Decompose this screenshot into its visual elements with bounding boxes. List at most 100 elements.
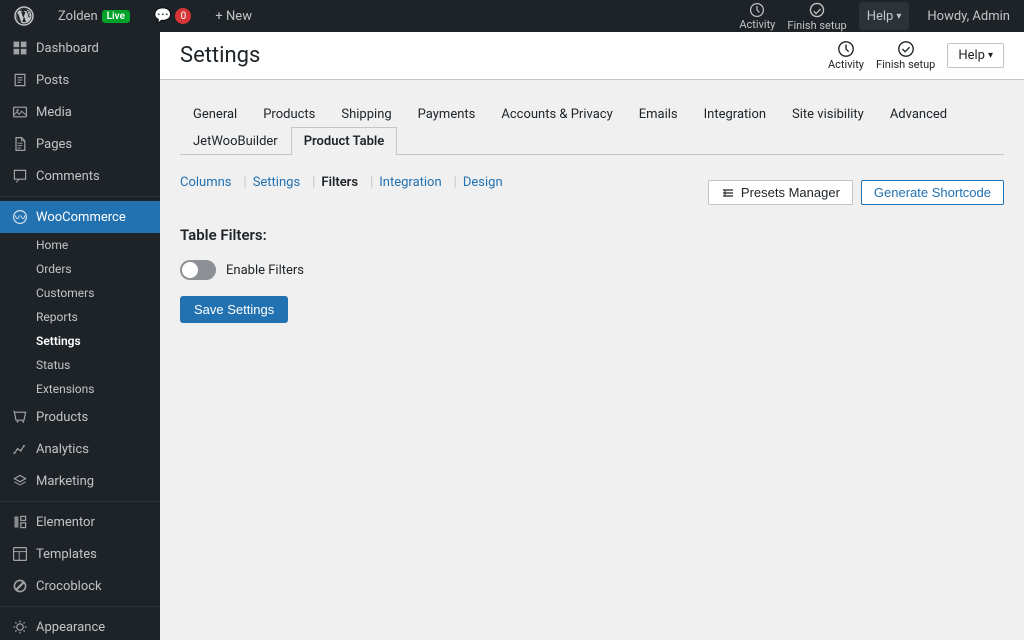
table-filters-title: Table Filters: <box>180 226 1004 244</box>
finish-setup-header-button[interactable]: Finish setup <box>876 40 935 71</box>
page-title: Settings <box>180 43 260 68</box>
submenu-label-extensions: Extensions <box>36 382 94 396</box>
submenu-item-extensions[interactable]: Extensions <box>0 377 160 401</box>
sidebar-label-marketing: Marketing <box>36 474 94 489</box>
wp-logo-button[interactable] <box>8 0 40 32</box>
sidebar-item-elementor[interactable]: Elementor <box>0 506 160 538</box>
tab-site-visibility[interactable]: Site visibility <box>779 100 877 128</box>
woocommerce-icon <box>12 209 28 225</box>
sidebar-item-posts[interactable]: Posts <box>0 64 160 96</box>
products-icon <box>12 409 28 425</box>
live-badge: Live <box>102 10 130 23</box>
enable-filters-label: Enable Filters <box>226 263 304 278</box>
howdy-label: Howdy, Admin <box>921 0 1016 32</box>
submenu-item-reports[interactable]: Reports <box>0 305 160 329</box>
admin-bar: Zolden Live 💬 0 + New Activity Finish se… <box>0 0 1024 32</box>
activity-header-label: Activity <box>828 58 864 71</box>
sidebar-label-posts: Posts <box>36 73 69 88</box>
generate-shortcode-button[interactable]: Generate Shortcode <box>861 180 1004 205</box>
sidebar-label-appearance: Appearance <box>36 620 105 635</box>
tab-payments[interactable]: Payments <box>405 100 489 128</box>
submenu-label-customers: Customers <box>36 286 94 300</box>
tab-integration[interactable]: Integration <box>691 100 779 128</box>
submenu-label-status: Status <box>36 358 70 372</box>
sidebar-item-appearance[interactable]: Appearance <box>0 611 160 640</box>
submenu-item-orders[interactable]: Orders <box>0 257 160 281</box>
main-content: Settings Activity Finish setup Help ▾ <box>160 32 1024 640</box>
sidebar: Dashboard Posts Media Pages Comments <box>0 32 160 640</box>
sub-tab-design[interactable]: Design <box>448 175 509 190</box>
tab-emails[interactable]: Emails <box>626 100 691 128</box>
sidebar-item-comments[interactable]: Comments <box>0 160 160 192</box>
finish-setup-label: Finish setup <box>787 19 846 32</box>
presets-icon <box>721 186 735 200</box>
sidebar-label-crocoblock: Crocoblock <box>36 579 102 594</box>
sub-tab-integration[interactable]: Integration <box>364 175 448 190</box>
activity-header-button[interactable]: Activity <box>828 40 864 71</box>
tab-advanced[interactable]: Advanced <box>877 100 960 128</box>
sidebar-label-comments: Comments <box>36 169 100 184</box>
comments-button[interactable]: 💬 0 <box>148 0 197 32</box>
site-name-button[interactable]: Zolden Live <box>52 0 136 32</box>
menu-separator-1 <box>0 196 160 197</box>
site-name-label: Zolden <box>58 9 98 24</box>
tab-products[interactable]: Products <box>250 100 328 128</box>
tab-shipping[interactable]: Shipping <box>328 100 404 128</box>
finish-setup-header-label: Finish setup <box>876 58 935 71</box>
tab-product-table[interactable]: Product Table <box>291 127 398 155</box>
templates-icon <box>12 546 28 562</box>
submenu-label-home: Home <box>36 238 68 252</box>
submenu-item-home[interactable]: Home <box>0 233 160 257</box>
sidebar-label-elementor: Elementor <box>36 515 95 530</box>
sidebar-label-dashboard: Dashboard <box>36 41 99 56</box>
settings-wrap: General Products Shipping Payments Accou… <box>160 80 1024 343</box>
submenu-item-settings[interactable]: Settings <box>0 329 160 353</box>
sidebar-item-templates[interactable]: Templates <box>0 538 160 570</box>
tab-accounts-privacy[interactable]: Accounts & Privacy <box>488 100 625 128</box>
comments-count: 0 <box>175 8 191 24</box>
sidebar-item-woocommerce[interactable]: WooCommerce <box>0 201 160 233</box>
sidebar-item-marketing[interactable]: Marketing <box>0 465 160 497</box>
pages-icon <box>12 136 28 152</box>
activity-button[interactable]: Activity <box>739 2 775 31</box>
generate-shortcode-label: Generate Shortcode <box>874 185 991 200</box>
help-dropdown-chevron-icon: ▾ <box>988 50 993 61</box>
submenu-label-settings: Settings <box>36 334 81 348</box>
analytics-icon <box>12 441 28 457</box>
help-label: Help <box>867 9 894 24</box>
presets-manager-button[interactable]: Presets Manager <box>708 180 853 205</box>
submenu-label-orders: Orders <box>36 262 72 276</box>
sidebar-item-media[interactable]: Media <box>0 96 160 128</box>
new-content-button[interactable]: + New <box>209 0 258 32</box>
sidebar-item-dashboard[interactable]: Dashboard <box>0 32 160 64</box>
submenu-item-status[interactable]: Status <box>0 353 160 377</box>
sub-tab-columns[interactable]: Columns <box>180 175 238 190</box>
sidebar-item-analytics[interactable]: Analytics <box>0 433 160 465</box>
comments-sidebar-icon <box>12 168 28 184</box>
help-header-button[interactable]: Help ▾ <box>947 43 1004 68</box>
menu-separator-3 <box>0 606 160 607</box>
sub-tab-bar: Columns Settings Filters Integration Des… <box>180 175 509 190</box>
tab-jetwoobuilder[interactable]: JetWooBuilder <box>180 127 291 155</box>
sub-tab-row: Columns Settings Filters Integration Des… <box>180 175 1004 210</box>
crocoblock-icon <box>12 578 28 594</box>
save-settings-button[interactable]: Save Settings <box>180 296 288 323</box>
tab-general[interactable]: General <box>180 100 250 128</box>
activity-label: Activity <box>739 18 775 31</box>
submenu-item-customers[interactable]: Customers <box>0 281 160 305</box>
sidebar-item-products[interactable]: Products <box>0 401 160 433</box>
enable-filters-toggle[interactable] <box>180 260 216 280</box>
help-button[interactable]: Help ▾ <box>859 2 910 30</box>
sidebar-label-woocommerce: WooCommerce <box>36 210 126 225</box>
sub-tab-filters[interactable]: Filters <box>306 175 364 190</box>
help-header-label: Help <box>958 48 985 63</box>
finish-setup-button[interactable]: Finish setup <box>787 1 846 32</box>
marketing-icon <box>12 473 28 489</box>
enable-filters-row: Enable Filters <box>180 260 1004 280</box>
sidebar-item-crocoblock[interactable]: Crocoblock <box>0 570 160 602</box>
appearance-icon <box>12 619 28 635</box>
elementor-icon <box>12 514 28 530</box>
sidebar-item-pages[interactable]: Pages <box>0 128 160 160</box>
sub-tab-settings[interactable]: Settings <box>238 175 307 190</box>
sidebar-label-templates: Templates <box>36 547 97 562</box>
